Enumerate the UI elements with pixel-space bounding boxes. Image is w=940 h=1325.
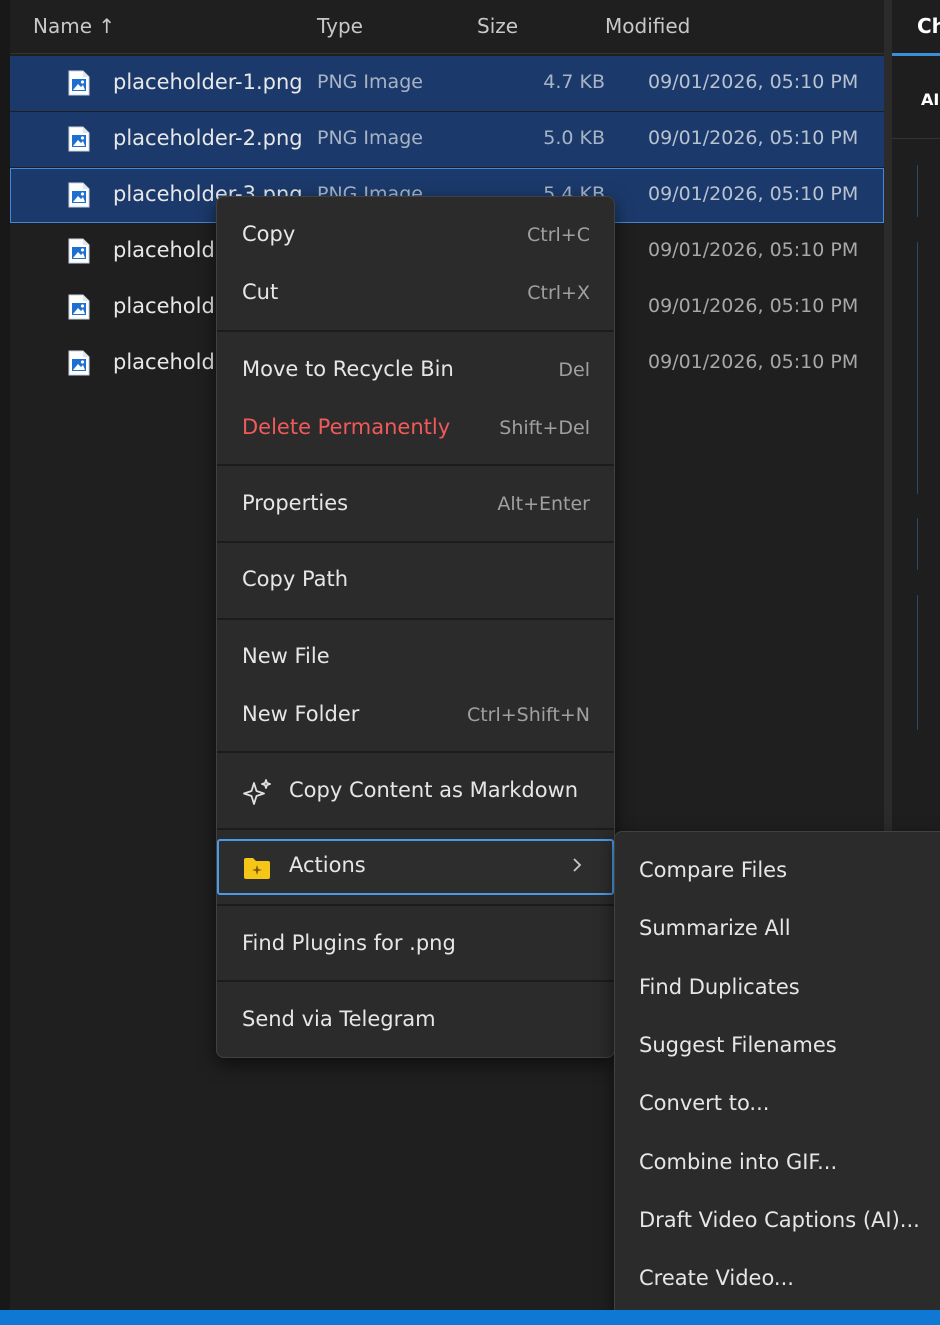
right-panel-card[interactable] [917,518,918,570]
submenu-item-label: Draft Video Captions (AI)... [639,1207,920,1232]
submenu-item[interactable]: Create Video... [615,1252,940,1308]
file-row[interactable]: placeholder-1.png PNG Image 4.7 KB 09/01/20… [10,56,884,111]
menu-item-label: New Folder [242,702,360,726]
menu-item-actions[interactable]: Actions [217,839,614,895]
submenu-item[interactable]: Summarize All [615,902,940,958]
file-modified: 09/01/2026, 05:10 PM [648,71,859,93]
column-modified-header[interactable]: Modified [605,14,690,38]
menu-item-shortcut: Del [558,359,590,381]
file-type: PNG Image [317,71,423,93]
file-size: 4.7 KB [543,71,605,93]
submenu-item[interactable]: Draft Video Captions (AI)... [615,1194,940,1250]
menu-separator [217,541,614,543]
submenu-item-label: Compare Files [639,858,788,882]
menu-item-new-folder[interactable]: New Folder Ctrl+Shift+N [217,688,614,744]
column-header: Name ↑ Type Size Modified [10,0,884,54]
menu-item-shortcut: Ctrl+C [527,224,590,246]
menu-separator [217,828,614,830]
image-file-icon [68,182,90,208]
sparkle-icon [243,779,271,805]
menu-item-label: Send via Telegram [242,1007,436,1031]
right-panel-divider [892,138,940,139]
menu-separator [217,330,614,332]
menu-item-new-file[interactable]: New File [217,630,614,686]
column-type-header[interactable]: Type [317,14,363,38]
submenu-item[interactable]: Find Duplicates [615,961,940,1017]
menu-item-label: Copy Content as Markdown [289,778,579,802]
menu-item-shortcut: Ctrl+X [527,282,590,304]
menu-separator [217,751,614,753]
column-size-header[interactable]: Size [477,14,518,38]
menu-item-shortcut: Shift+Del [499,417,590,439]
menu-separator [217,980,614,982]
column-name-header[interactable]: Name ↑ [33,14,115,38]
menu-item-move-to-recycle-bin[interactable]: Move to Recycle Bin Del [217,343,614,399]
menu-separator [217,904,614,906]
right-panel-card[interactable] [917,242,918,494]
menu-separator [217,464,614,466]
file-row[interactable]: placeholder-2.png PNG Image 5.0 KB 09/01/20… [10,112,884,167]
menu-item-delete-permanently[interactable]: Delete Permanently Shift+Del [217,401,614,457]
file-modified: 09/01/2026, 05:10 PM [648,183,859,205]
submenu-item-label: Summarize All [639,916,791,941]
menu-item-shortcut: Ctrl+Shift+N [466,704,590,726]
submenu-item[interactable]: Suggest Filenames [615,1019,940,1075]
submenu-item-label: Combine into GIF... [639,1149,838,1174]
actions-submenu: Compare Files Summarize All Find Duplicate… [614,831,940,1319]
menu-item-label: Properties [242,491,349,515]
submenu-item[interactable]: Convert to... [615,1077,940,1133]
submenu-item[interactable]: Combine into GIF... [615,1136,940,1192]
submenu-item[interactable]: Compare Files [615,844,940,900]
file-modified: 09/01/2026, 05:10 PM [648,239,859,261]
menu-item-copy[interactable]: Copy Ctrl+C [217,208,614,264]
menu-item-label: Copy Path [242,567,349,591]
submenu-item-label: Create Video... [639,1266,794,1291]
menu-item-label: Delete Permanently [242,415,451,439]
menu-item-label: Find Plugins for .png [242,931,456,955]
menu-item-shortcut: Alt+Enter [497,493,590,515]
menu-item-label: Actions [289,853,366,877]
menu-item-label: Move to Recycle Bin [242,357,454,381]
menu-separator [217,618,614,620]
image-file-icon [68,294,90,320]
right-panel-card[interactable] [917,595,918,730]
file-name: placeholder-1.png [113,70,303,94]
image-file-icon [68,238,90,264]
folder-sparkle-icon [244,858,270,879]
file-size: 5.0 KB [543,127,605,149]
right-panel-card[interactable] [917,165,918,217]
active-tab-indicator [892,53,940,56]
menu-item-label: Cut [242,280,279,304]
submenu-item-label: Convert to... [639,1091,770,1116]
file-modified: 09/01/2026, 05:10 PM [648,295,859,317]
status-bar [0,1310,940,1325]
menu-item-send-via-telegram[interactable]: Send via Telegram [217,993,614,1049]
submenu-item-label: Find Duplicates [639,974,800,999]
menu-item-label: New File [242,644,330,668]
menu-item-copy-content-as-markdown[interactable]: Copy Content as Markdown [217,764,614,820]
file-type: PNG Image [317,127,423,149]
context-menu: Copy Ctrl+C Cut Ctrl+X Move to Recycle B… [216,196,615,1058]
image-file-icon [68,350,90,376]
image-file-icon [68,126,90,152]
menu-item-copy-path[interactable]: Copy Path [217,553,614,609]
right-panel-tab-title[interactable]: Ch [917,14,940,38]
file-modified: 09/01/2026, 05:10 PM [648,351,859,373]
menu-item-cut[interactable]: Cut Ctrl+X [217,266,614,322]
menu-item-properties[interactable]: Properties Alt+Enter [217,477,614,533]
menu-item-find-plugins[interactable]: Find Plugins for .png [217,917,614,973]
file-name: placeholder-2.png [113,126,303,150]
file-modified: 09/01/2026, 05:10 PM [648,127,859,149]
submenu-item-label: Suggest Filenames [639,1032,837,1057]
right-panel-subtitle: AI [921,90,940,109]
left-gutter [0,0,10,1310]
image-file-icon [68,70,90,96]
menu-item-label: Copy [242,222,296,246]
chevron-right-icon [573,858,582,872]
